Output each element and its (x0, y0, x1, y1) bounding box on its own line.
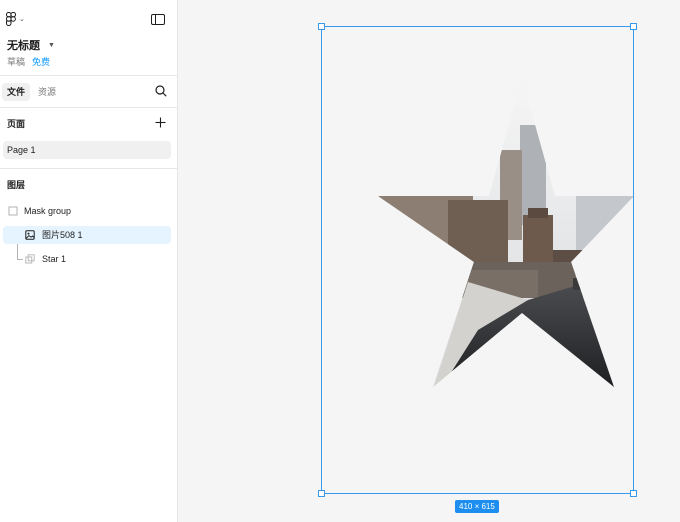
search-icon (155, 85, 167, 97)
chevron-down-icon: ⌄ (19, 16, 25, 23)
star-shape-icon (25, 254, 35, 264)
sidebar-toggle-button[interactable] (151, 12, 165, 25)
layer-label: Star 1 (42, 254, 67, 264)
tab-assets[interactable]: 资源 (33, 83, 61, 101)
design-canvas[interactable]: 410 × 615 (178, 0, 680, 522)
layer-label: 图片508 1 (42, 230, 83, 240)
main-menu-button[interactable]: ⌄ (6, 10, 34, 28)
file-title-text: 无标题 (7, 40, 40, 52)
layer-item[interactable]: Mask group (3, 202, 171, 220)
add-page-button[interactable] (155, 115, 167, 128)
tab-file[interactable]: 文件 (2, 83, 31, 101)
selection-frame[interactable] (321, 26, 634, 494)
panel-layout-icon (151, 14, 165, 25)
page-item[interactable]: Page 1 (3, 141, 171, 159)
file-title[interactable]: 无标题 ▼ (7, 37, 55, 53)
pages-section-title: 页面 (7, 119, 26, 129)
layer-label: Mask group (24, 206, 72, 216)
resize-handle-top-right[interactable] (630, 23, 637, 30)
file-header: ⌄ 无标题 ▼ 草稿 免费 (0, 0, 178, 76)
resize-handle-bottom-left[interactable] (318, 490, 325, 497)
layers-section-title: 图层 (7, 180, 26, 190)
left-sidebar: ⌄ 无标题 ▼ 草稿 免费 文件 资源 页面 Page 1 图层 Mask gr… (0, 0, 178, 522)
resize-handle-bottom-right[interactable] (630, 490, 637, 497)
draft-label: 草稿 (7, 57, 26, 67)
mask-group-icon (8, 206, 18, 216)
figma-logo-icon (6, 12, 16, 26)
selection-size-badge: 410 × 615 (455, 500, 499, 513)
resize-handle-top-left[interactable] (318, 23, 325, 30)
layer-item[interactable]: 图片508 1 (3, 226, 171, 244)
chevron-down-icon: ▼ (48, 41, 55, 49)
search-button[interactable] (155, 84, 169, 98)
layer-item[interactable]: Star 1 (3, 250, 171, 268)
sidebar-tabs: 文件 资源 (0, 76, 178, 108)
plan-badge[interactable]: 免费 (32, 55, 50, 68)
section-divider (0, 168, 178, 169)
image-icon (25, 230, 35, 240)
plus-icon (155, 117, 166, 128)
